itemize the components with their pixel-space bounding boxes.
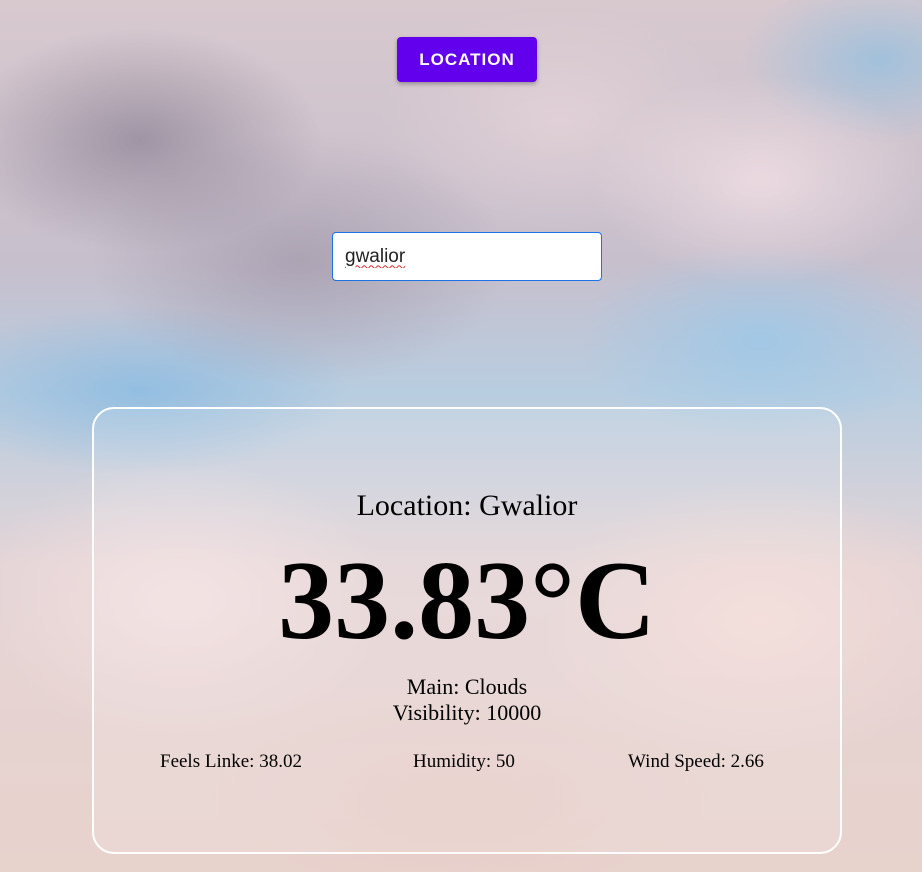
weather-card: Location: Gwalior 33.83°C Main: Clouds V… bbox=[92, 407, 842, 854]
humidity-value: Humidity: 50 bbox=[413, 751, 515, 772]
main-condition: Main: Clouds bbox=[406, 674, 528, 699]
visibility-value: Visibility: 10000 bbox=[392, 700, 542, 725]
location-button[interactable]: LOCATION bbox=[397, 37, 537, 82]
wind-speed-value: Wind Speed: 2.66 bbox=[628, 751, 764, 772]
feels-like-value: Feels Linke: 38.02 bbox=[160, 751, 302, 772]
temperature-value: 33.83°C bbox=[278, 539, 656, 663]
search-input[interactable] bbox=[332, 232, 602, 281]
location-label: Location: Gwalior bbox=[356, 489, 578, 522]
